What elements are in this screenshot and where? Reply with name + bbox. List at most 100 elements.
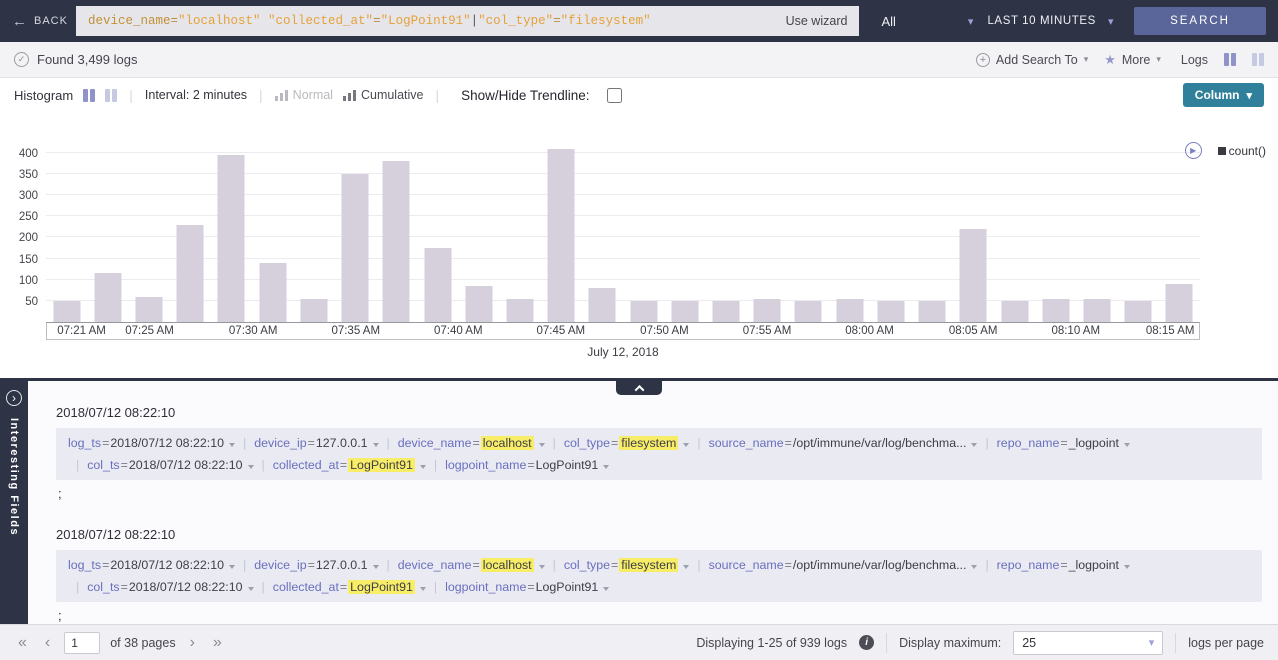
chevron-down-icon: ▾ (968, 15, 974, 28)
histogram-bar[interactable] (506, 299, 533, 322)
list-view-icon[interactable] (1252, 53, 1264, 66)
log-field[interactable]: device_ip=127.0.0.1 (254, 558, 378, 572)
back-arrow-icon: ← (12, 13, 27, 30)
more-label: More (1122, 53, 1150, 67)
display-maximum-value: 25 (1022, 636, 1036, 650)
log-field[interactable]: log_ts=2018/07/12 08:22:10 (68, 558, 235, 572)
log-field[interactable]: device_ip=127.0.0.1 (254, 436, 378, 450)
last-page-icon[interactable]: » (209, 635, 226, 651)
search-query-bar[interactable]: device_name="localhost" "collected_at"="… (76, 6, 859, 36)
histogram-view-toggle-alt-icon[interactable] (105, 89, 117, 102)
time-range-dropdown[interactable]: LAST 10 MINUTES ▾ (987, 15, 1114, 28)
histogram-bar[interactable] (713, 301, 740, 322)
histogram-bar[interactable] (630, 301, 657, 322)
log-field[interactable]: col_ts=2018/07/12 08:22:10 (87, 458, 253, 472)
add-search-to-dropdown[interactable]: + Add Search To ▾ (976, 53, 1088, 67)
histogram-bar[interactable] (548, 149, 575, 322)
field-name: source_name (709, 558, 784, 572)
x-tick-label: 07:50 AM (640, 323, 689, 340)
logs-section: › Interesting Fields 2018/07/12 08:22:10… (0, 381, 1278, 624)
back-button[interactable]: ← BACK (12, 13, 68, 30)
histogram-bar[interactable] (218, 155, 245, 322)
log-field[interactable]: device_name=localhost (398, 558, 545, 572)
log-entries: 2018/07/12 08:22:10log_ts=2018/07/12 08:… (28, 381, 1278, 624)
log-field[interactable]: col_ts=2018/07/12 08:22:10 (87, 580, 253, 594)
add-search-to-label: Add Search To (996, 53, 1078, 67)
expand-sidebar-icon[interactable]: › (6, 390, 22, 406)
column-view-icon[interactable] (1224, 53, 1236, 66)
toolbar-divider: | (436, 87, 440, 103)
histogram-bar[interactable] (919, 301, 946, 322)
log-field[interactable]: logpoint_name=LogPoint91 (445, 580, 609, 594)
histogram-bar[interactable] (53, 301, 80, 322)
divider (886, 633, 887, 653)
x-tick-label: 08:05 AM (949, 323, 998, 340)
y-tick-label: 400 (4, 148, 38, 160)
histogram-bar[interactable] (94, 273, 121, 322)
histogram-bar[interactable] (754, 299, 781, 322)
first-page-icon[interactable]: « (14, 635, 31, 651)
page-number-input[interactable] (64, 632, 100, 654)
histogram-bar[interactable] (342, 174, 369, 322)
info-icon[interactable]: i (859, 635, 874, 650)
histogram-bar[interactable] (424, 248, 451, 322)
histogram-bar[interactable] (671, 301, 698, 322)
next-page-icon[interactable]: › (186, 635, 199, 651)
histogram-bar[interactable] (960, 229, 987, 322)
more-dropdown[interactable]: ★ More ▾ (1104, 52, 1161, 68)
normal-label: Normal (293, 88, 333, 102)
query-token: device_name (88, 14, 171, 28)
histogram-bar[interactable] (836, 299, 863, 322)
log-field[interactable]: logpoint_name=LogPoint91 (445, 458, 609, 472)
chart-type-dropdown[interactable]: Column ▾ (1183, 83, 1264, 107)
histogram-bar[interactable] (1125, 301, 1152, 322)
histogram-bar[interactable] (1083, 299, 1110, 322)
trendline-checkbox[interactable] (607, 88, 622, 103)
field-value: _logpoint (1069, 436, 1119, 450)
x-tick-label: 07:40 AM (434, 323, 483, 340)
log-field[interactable]: source_name=/opt/immune/var/log/benchma.… (709, 558, 978, 572)
log-field[interactable]: device_name=localhost (398, 436, 545, 450)
legend-toggle-icon[interactable]: ▶ (1185, 142, 1202, 159)
normal-mode-option[interactable]: Normal (275, 88, 333, 102)
histogram-bar[interactable] (465, 286, 492, 322)
histogram-bar[interactable] (383, 161, 410, 322)
histogram-bar[interactable] (259, 263, 286, 322)
log-field[interactable]: col_type=filesystem (564, 558, 690, 572)
histogram-bar[interactable] (1042, 299, 1069, 322)
collapse-chart-button[interactable] (616, 381, 662, 395)
search-query-input[interactable]: device_name="localhost" "collected_at"="… (88, 14, 774, 28)
search-button[interactable]: SEARCH (1134, 7, 1266, 35)
gridline (46, 152, 1200, 153)
log-field[interactable]: collected_at=LogPoint91 (273, 580, 426, 594)
histogram-bar[interactable] (1166, 284, 1193, 322)
x-tick-label: 07:35 AM (331, 323, 380, 340)
scope-dropdown[interactable]: All ▾ (881, 14, 973, 29)
histogram-bar[interactable] (1001, 301, 1028, 322)
histogram-bar[interactable] (300, 299, 327, 322)
field-name: device_name (398, 558, 472, 572)
chart-type-value: Column (1195, 88, 1240, 102)
use-wizard-link[interactable]: Use wizard (786, 14, 848, 28)
log-field[interactable]: log_ts=2018/07/12 08:22:10 (68, 436, 235, 450)
histogram-bar[interactable] (177, 225, 204, 322)
histogram-bar[interactable] (877, 301, 904, 322)
field-equals: = (1060, 558, 1067, 572)
log-message: ; (56, 608, 1262, 623)
log-field[interactable]: col_type=filesystem (564, 436, 690, 450)
log-field[interactable]: repo_name=_logpoint (997, 558, 1130, 572)
display-maximum-dropdown[interactable]: 25 ▾ (1013, 631, 1163, 655)
histogram-bar[interactable] (795, 301, 822, 322)
field-equals: = (527, 580, 534, 594)
histogram-view-toggle-icon[interactable] (83, 89, 95, 102)
log-field[interactable]: collected_at=LogPoint91 (273, 458, 426, 472)
previous-page-icon[interactable]: ‹ (41, 635, 54, 651)
top-bar: ← BACK device_name="localhost" "collecte… (0, 0, 1278, 42)
histogram-bar[interactable] (136, 297, 163, 322)
field-equals: = (472, 558, 479, 572)
log-field[interactable]: source_name=/opt/immune/var/log/benchma.… (709, 436, 978, 450)
field-caret-icon (248, 587, 254, 591)
histogram-bar[interactable] (589, 288, 616, 322)
cumulative-mode-option[interactable]: Cumulative (343, 88, 424, 102)
log-field[interactable]: repo_name=_logpoint (997, 436, 1130, 450)
